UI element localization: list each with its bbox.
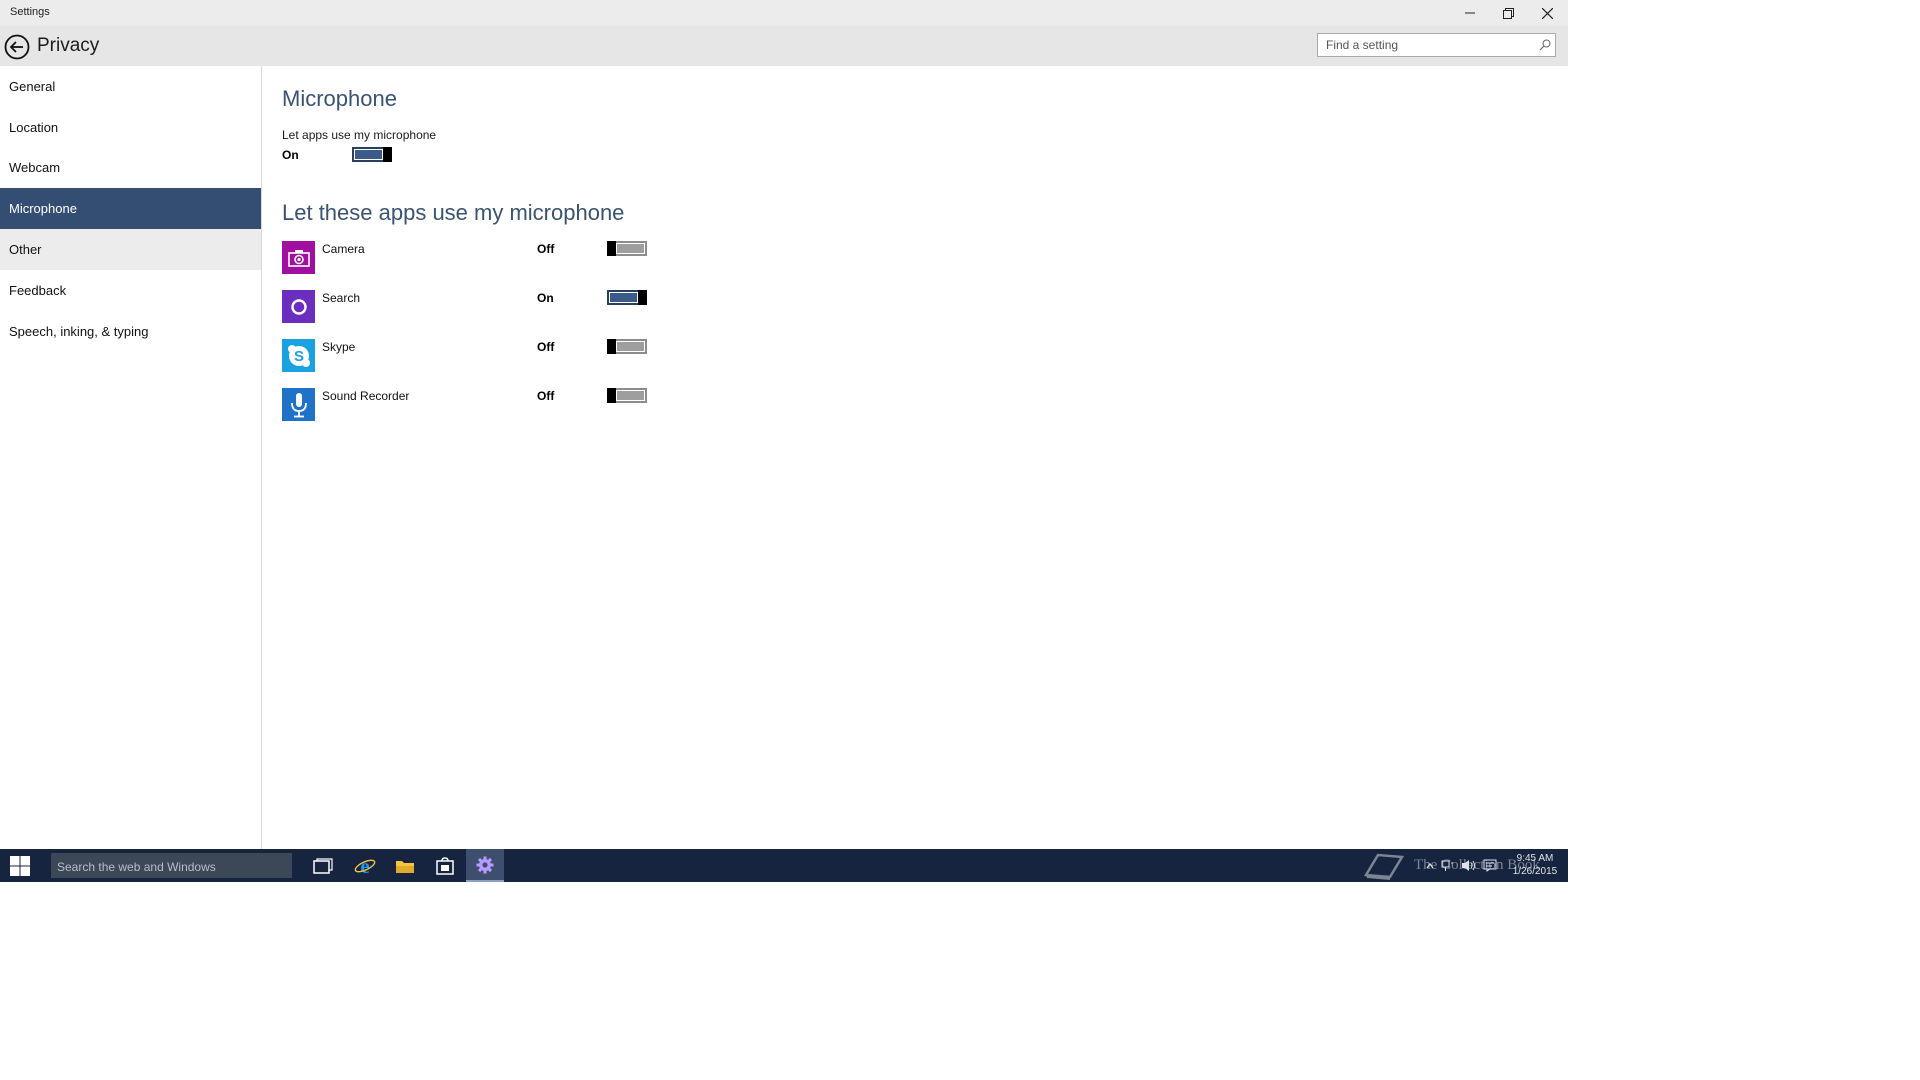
close-button[interactable] — [1528, 0, 1567, 26]
sidebar-item-location[interactable]: Location — [0, 107, 261, 148]
microphone-icon — [290, 392, 307, 417]
system-tray — [1426, 849, 1497, 882]
toggle-knob — [607, 388, 616, 403]
minimize-button[interactable] — [1450, 0, 1489, 26]
toggle-fill — [617, 244, 644, 253]
svg-text:e: e — [360, 855, 369, 877]
page-title: Privacy — [37, 35, 100, 56]
volume-icon[interactable] — [1461, 859, 1476, 872]
sidebar-item-label: Webcam — [9, 160, 61, 175]
taskbar-search-input[interactable] — [51, 853, 289, 880]
folder-icon — [396, 860, 414, 873]
taskbar: e The — [0, 849, 1568, 882]
clock-time: 9:45 AM — [1516, 853, 1554, 864]
app-name: Skype — [322, 340, 356, 354]
sidebar-item-other[interactable]: Other — [0, 229, 261, 270]
main-content: Microphone Let apps use my microphone On… — [262, 66, 1568, 849]
app-row-sound-recorder: Sound Recorder — [282, 388, 662, 422]
skype-icon: S — [287, 344, 310, 367]
skype-app-tile: S — [282, 339, 315, 372]
start-button[interactable] — [0, 849, 40, 882]
cortana-icon — [290, 298, 307, 315]
restore-button[interactable] — [1489, 0, 1528, 26]
master-toggle-label: Let apps use my microphone — [282, 128, 437, 142]
taskbar-search-box[interactable] — [51, 853, 292, 880]
window-title: Settings — [10, 6, 50, 18]
app-row-skype: S Skype — [282, 339, 662, 373]
sidebar-item-label: Speech, inking, & typing — [9, 324, 149, 339]
app-row-camera: Camera — [282, 241, 662, 275]
sidebar-item-label: Feedback — [9, 283, 67, 298]
book-logo-icon — [1364, 853, 1405, 880]
internet-explorer-button[interactable]: e — [346, 849, 384, 882]
minimize-icon — [1464, 12, 1475, 14]
sidebar-item-webcam[interactable]: Webcam — [0, 147, 261, 188]
master-toggle-state: On — [282, 148, 299, 162]
sound-recorder-app-tile — [282, 388, 315, 421]
back-button[interactable] — [4, 34, 30, 60]
file-explorer-button[interactable] — [386, 849, 424, 882]
toggle-knob — [607, 241, 616, 256]
app-row-search: Search — [282, 290, 662, 324]
search-app-tile — [282, 290, 315, 323]
toggle-knob — [607, 339, 616, 354]
toggle-fill — [610, 293, 637, 302]
task-view-button[interactable] — [304, 849, 342, 882]
app-state-sound-recorder: Off — [537, 389, 555, 403]
task-view-icon — [313, 857, 333, 874]
toggle-fill — [355, 150, 382, 159]
master-microphone-toggle[interactable] — [352, 147, 392, 162]
sidebar: General Location Webcam Microphone Other… — [0, 66, 262, 849]
settings-taskbar-button[interactable] — [466, 849, 504, 882]
app-name: Search — [322, 291, 361, 305]
clock[interactable]: 9:45 AM 1/26/2015 — [1508, 852, 1562, 878]
sidebar-item-label: General — [9, 79, 56, 94]
camera-icon — [287, 249, 310, 267]
app-state-camera: Off — [537, 242, 555, 256]
clock-date: 1/26/2015 — [1512, 866, 1558, 877]
sidebar-item-speech[interactable]: Speech, inking, & typing — [0, 311, 261, 352]
sidebar-item-label: Other — [9, 242, 42, 257]
store-icon — [436, 856, 454, 875]
sidebar-item-microphone[interactable]: Microphone — [0, 188, 261, 229]
sidebar-item-label: Location — [9, 120, 59, 135]
toggle-knob — [383, 147, 392, 162]
app-state-skype: Off — [537, 340, 555, 354]
gear-icon — [476, 856, 494, 873]
find-setting-input[interactable] — [1318, 34, 1536, 56]
search-icon[interactable] — [1539, 39, 1551, 51]
app-state-search: On — [537, 291, 554, 305]
find-setting-box[interactable] — [1317, 33, 1556, 57]
svg-text:S: S — [293, 348, 303, 365]
search-toggle[interactable] — [607, 290, 647, 305]
app-name: Sound Recorder — [322, 389, 410, 403]
store-button[interactable] — [426, 849, 464, 882]
sound-recorder-toggle[interactable] — [607, 388, 647, 403]
section-title: Microphone — [282, 86, 397, 111]
network-icon[interactable] — [1441, 859, 1454, 872]
toggle-knob — [638, 290, 647, 305]
internet-explorer-icon: e — [354, 855, 376, 877]
skype-toggle[interactable] — [607, 339, 647, 354]
camera-toggle[interactable] — [607, 241, 647, 256]
sidebar-item-feedback[interactable]: Feedback — [0, 270, 261, 311]
page-header: Privacy — [0, 26, 1568, 66]
back-arrow-icon — [4, 34, 30, 60]
sidebar-item-general[interactable]: General — [0, 66, 261, 107]
toggle-fill — [617, 342, 644, 351]
app-name: Camera — [322, 242, 365, 256]
sidebar-item-label: Microphone — [9, 201, 77, 216]
apps-heading: Let these apps use my microphone — [282, 200, 625, 225]
windows-logo-icon — [10, 855, 30, 876]
restore-icon — [1503, 7, 1514, 19]
close-icon — [1542, 7, 1553, 19]
action-center-icon[interactable] — [1483, 859, 1497, 872]
camera-app-tile — [282, 241, 315, 274]
title-bar: Settings — [0, 0, 1568, 26]
chevron-up-icon[interactable] — [1426, 862, 1434, 870]
toggle-fill — [617, 391, 644, 400]
